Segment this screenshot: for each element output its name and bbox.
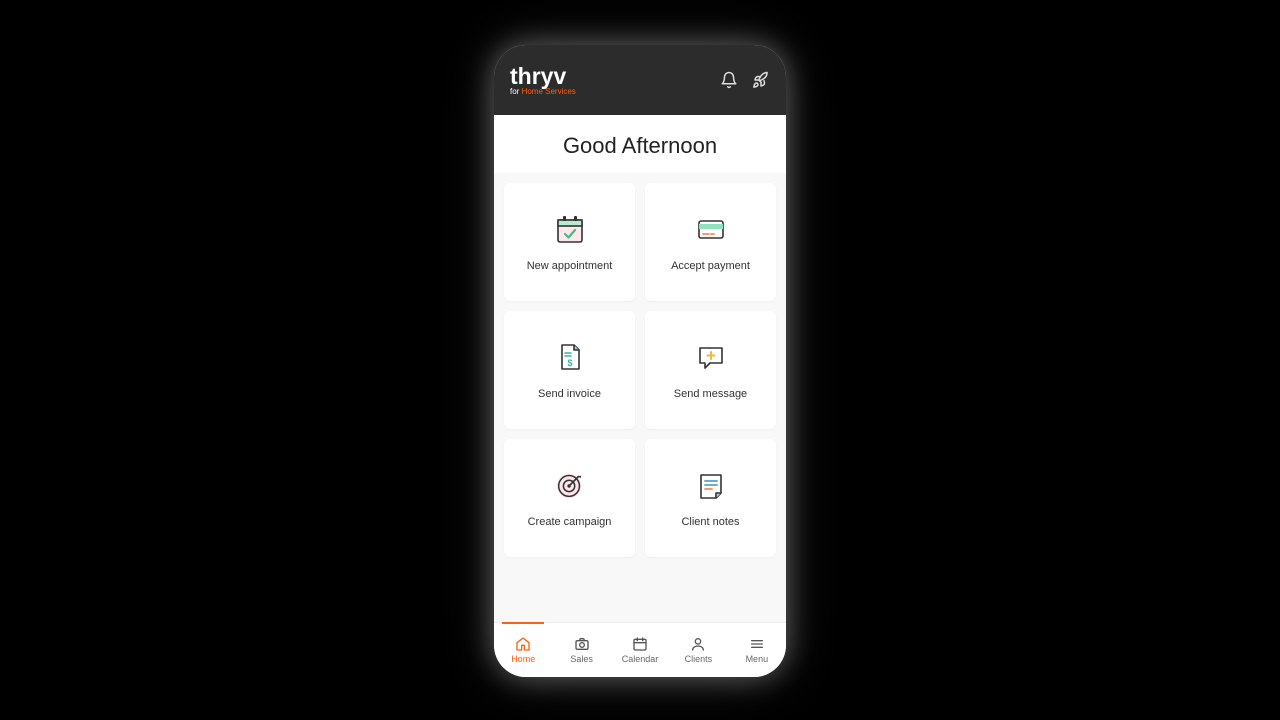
send-message-card[interactable]: Send message: [645, 311, 776, 429]
tab-label: Sales: [570, 654, 593, 664]
phone-frame: thryv for Home Services Good Afternoon: [494, 45, 786, 677]
tab-menu[interactable]: Menu: [728, 623, 786, 677]
camera-money-icon: [573, 636, 591, 652]
credit-card-icon: [694, 212, 728, 246]
new-appointment-card[interactable]: New appointment: [504, 183, 635, 301]
accept-payment-card[interactable]: Accept payment: [645, 183, 776, 301]
calendar-check-icon: [553, 212, 587, 246]
main-content: Good Afternoon New appointment: [494, 115, 786, 623]
quick-actions-grid: New appointment Accept payment: [494, 183, 786, 557]
quick-launch-button[interactable]: [752, 71, 770, 89]
app-header: thryv for Home Services: [494, 45, 786, 115]
greeting-title: Good Afternoon: [494, 115, 786, 173]
tab-calendar[interactable]: Calendar: [611, 623, 669, 677]
notes-icon: [694, 468, 728, 502]
home-icon: [514, 636, 532, 652]
brand-logo: thryv for Home Services: [510, 65, 576, 96]
notifications-button[interactable]: [720, 71, 738, 89]
target-icon: [553, 468, 587, 502]
brand-tagline: for Home Services: [510, 88, 576, 96]
menu-icon: [748, 636, 766, 652]
svg-text:$: $: [567, 358, 572, 368]
calendar-icon: [631, 636, 649, 652]
card-label: Accept payment: [671, 260, 750, 272]
tab-clients[interactable]: Clients: [669, 623, 727, 677]
tab-home[interactable]: Home: [494, 623, 552, 677]
tab-label: Home: [511, 654, 535, 664]
card-label: Client notes: [681, 516, 739, 528]
person-icon: [689, 636, 707, 652]
send-invoice-card[interactable]: $ Send invoice: [504, 311, 635, 429]
tab-label: Calendar: [622, 654, 659, 664]
bottom-tab-bar: Home Sales Calendar Clients Menu: [494, 622, 786, 677]
card-label: New appointment: [527, 260, 613, 272]
client-notes-card[interactable]: Client notes: [645, 439, 776, 557]
card-label: Send message: [674, 388, 747, 400]
bell-icon: [720, 71, 738, 89]
card-label: Create campaign: [528, 516, 612, 528]
invoice-icon: $: [553, 340, 587, 374]
tab-label: Clients: [685, 654, 713, 664]
tab-sales[interactable]: Sales: [552, 623, 610, 677]
create-campaign-card[interactable]: Create campaign: [504, 439, 635, 557]
tab-label: Menu: [746, 654, 769, 664]
brand-name: thryv: [510, 65, 576, 88]
header-actions: [720, 71, 770, 89]
card-label: Send invoice: [538, 388, 601, 400]
message-plus-icon: [694, 340, 728, 374]
rocket-icon: [752, 71, 770, 89]
